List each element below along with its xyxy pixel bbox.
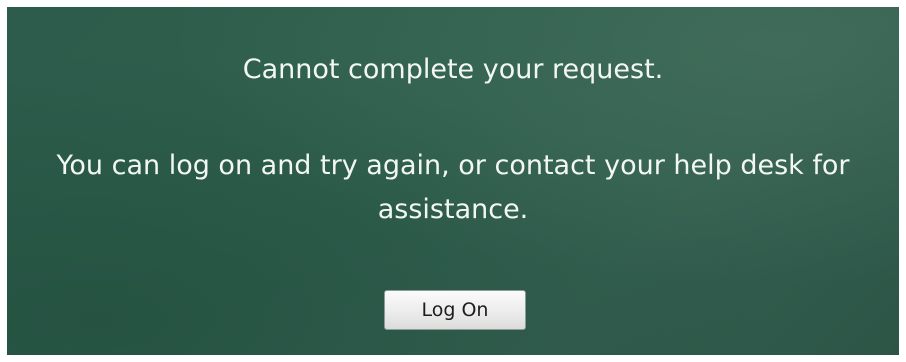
error-panel: Cannot complete your request. You can lo… xyxy=(7,7,899,355)
error-message: You can log on and try again, or contact… xyxy=(7,144,899,232)
log-on-button[interactable]: Log On xyxy=(384,290,526,330)
error-heading: Cannot complete your request. xyxy=(242,54,664,85)
error-message-line-2: assistance. xyxy=(377,194,529,225)
error-message-line-1: You can log on and try again, or contact… xyxy=(56,150,850,181)
